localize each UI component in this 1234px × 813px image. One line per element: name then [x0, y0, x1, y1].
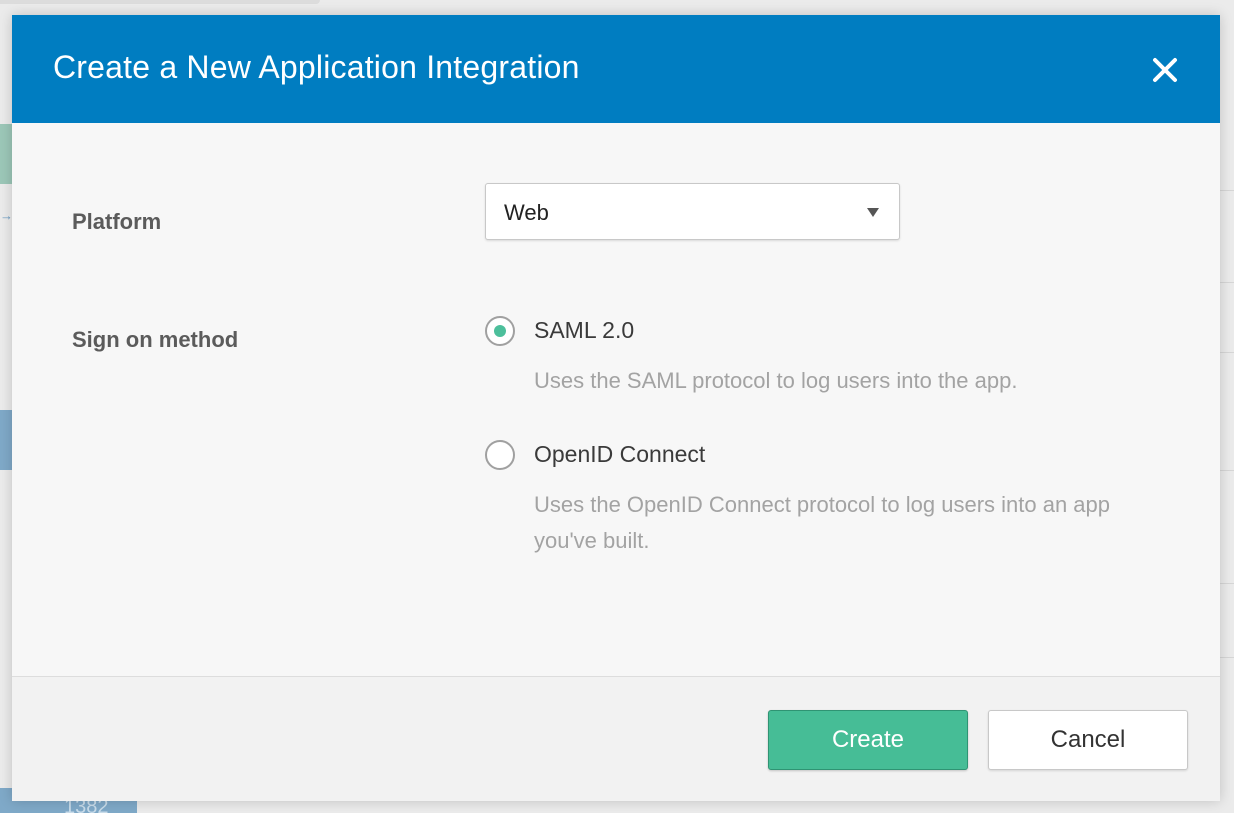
cancel-button[interactable]: Cancel: [988, 710, 1188, 770]
create-app-integration-dialog: Create a New Application Integration Pla…: [12, 15, 1220, 801]
create-button[interactable]: Create: [768, 710, 968, 770]
openid-connect-option-description: Uses the OpenID Connect protocol to log …: [534, 492, 1111, 553]
platform-select[interactable]: Web: [485, 183, 900, 240]
saml-radio[interactable]: [485, 316, 515, 346]
caret-down-icon: [867, 208, 879, 217]
openid-connect-option-label[interactable]: OpenID Connect: [534, 441, 705, 468]
background-green-block: [0, 124, 12, 184]
platform-label: Platform: [72, 209, 162, 234]
dialog-header: Create a New Application Integration: [12, 15, 1220, 123]
platform-selected-value: Web: [504, 200, 549, 225]
openid-connect-radio[interactable]: [485, 440, 515, 470]
close-icon: [1153, 58, 1177, 82]
saml-option-description: Uses the SAML protocol to log users into…: [534, 368, 1018, 393]
background-blue-block: [0, 410, 12, 470]
background-tab: [0, 0, 320, 4]
dialog-body: Platform Web Sign on method SAML 2.0 Use…: [12, 123, 1220, 676]
saml-option-label[interactable]: SAML 2.0: [534, 317, 634, 344]
dialog-footer: Create Cancel: [12, 676, 1220, 801]
close-button[interactable]: [1150, 55, 1180, 85]
sign-on-method-label: Sign on method: [72, 327, 239, 352]
dialog-title: Create a New Application Integration: [53, 49, 580, 85]
